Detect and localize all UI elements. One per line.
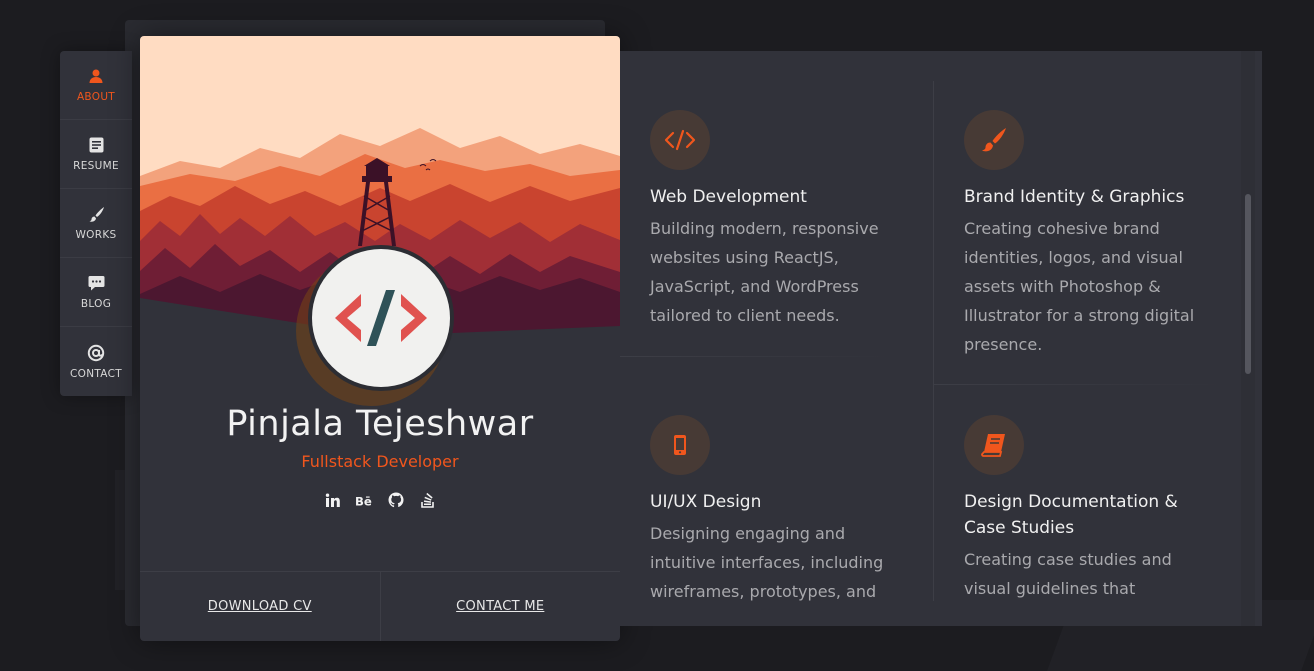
nav-label: CONTACT <box>70 367 122 380</box>
nav-item-about[interactable]: ABOUT <box>60 51 132 120</box>
service-brand-identity: Brand Identity & Graphics Creating cohes… <box>964 110 1214 359</box>
at-icon <box>87 344 105 362</box>
profile-card: Pinjala Tejeshwar Fullstack Developer Bē… <box>140 36 620 641</box>
services-panel: Web Development Building modern, respons… <box>620 51 1262 626</box>
nav-item-resume[interactable]: RESUME <box>60 120 132 189</box>
service-title: Design Documentation & Case Studies <box>964 492 1178 538</box>
code-icon <box>650 110 710 170</box>
row-divider <box>620 356 890 357</box>
scrollbar-thumb[interactable] <box>1245 194 1251 374</box>
user-icon <box>87 67 105 85</box>
nav-label: RESUME <box>73 160 119 172</box>
row-divider <box>934 384 1224 385</box>
document-icon <box>87 136 105 154</box>
github-icon[interactable] <box>387 491 405 509</box>
service-title: UI/UX Design <box>650 492 762 512</box>
brush-icon <box>964 110 1024 170</box>
service-design-documentation: Design Documentation & Case Studies Crea… <box>964 415 1214 603</box>
behance-icon[interactable]: Bē <box>355 491 373 509</box>
service-web-development: Web Development Building modern, respons… <box>650 110 895 330</box>
contact-me-button[interactable]: CONTACT ME <box>379 572 621 641</box>
linkedin-icon[interactable] <box>323 491 341 509</box>
nav-label: ABOUT <box>76 91 116 103</box>
service-description: Building modern, responsive websites usi… <box>650 219 879 325</box>
service-title: Brand Identity & Graphics <box>964 187 1185 207</box>
nav-item-works[interactable]: WORKS <box>60 189 132 258</box>
service-title: Web Development <box>650 187 807 207</box>
stackoverflow-icon[interactable] <box>419 491 437 509</box>
nav-label: WORKS <box>75 229 117 241</box>
brush-icon <box>87 205 105 223</box>
avatar <box>308 245 454 391</box>
svg-text:Bē: Bē <box>355 494 372 508</box>
service-ui-ux-design: UI/UX Design Designing engaging and intu… <box>650 415 895 606</box>
mobile-icon <box>650 415 710 475</box>
profile-name: Pinjala Tejeshwar <box>226 404 534 444</box>
service-description: Designing engaging and intuitive interfa… <box>650 524 884 601</box>
nav-item-blog[interactable]: BLOG <box>60 258 132 327</box>
card-actions: DOWNLOAD CV CONTACT ME <box>140 571 620 641</box>
column-divider <box>933 81 934 601</box>
social-links: Bē <box>140 491 620 509</box>
code-brackets-icon <box>335 290 427 346</box>
nav-item-contact[interactable]: CONTACT <box>60 327 132 396</box>
service-description: Creating case studies and visual guideli… <box>964 550 1172 598</box>
side-nav: ABOUT RESUME WORKS BLOG CONTACT <box>60 51 132 396</box>
service-description: Creating cohesive brand identities, logo… <box>964 219 1195 354</box>
download-cv-button[interactable]: DOWNLOAD CV <box>140 572 380 641</box>
nav-label: BLOG <box>80 298 112 310</box>
profile-role: Fullstack Developer <box>301 452 459 471</box>
chat-icon <box>87 274 105 292</box>
book-icon <box>964 415 1024 475</box>
